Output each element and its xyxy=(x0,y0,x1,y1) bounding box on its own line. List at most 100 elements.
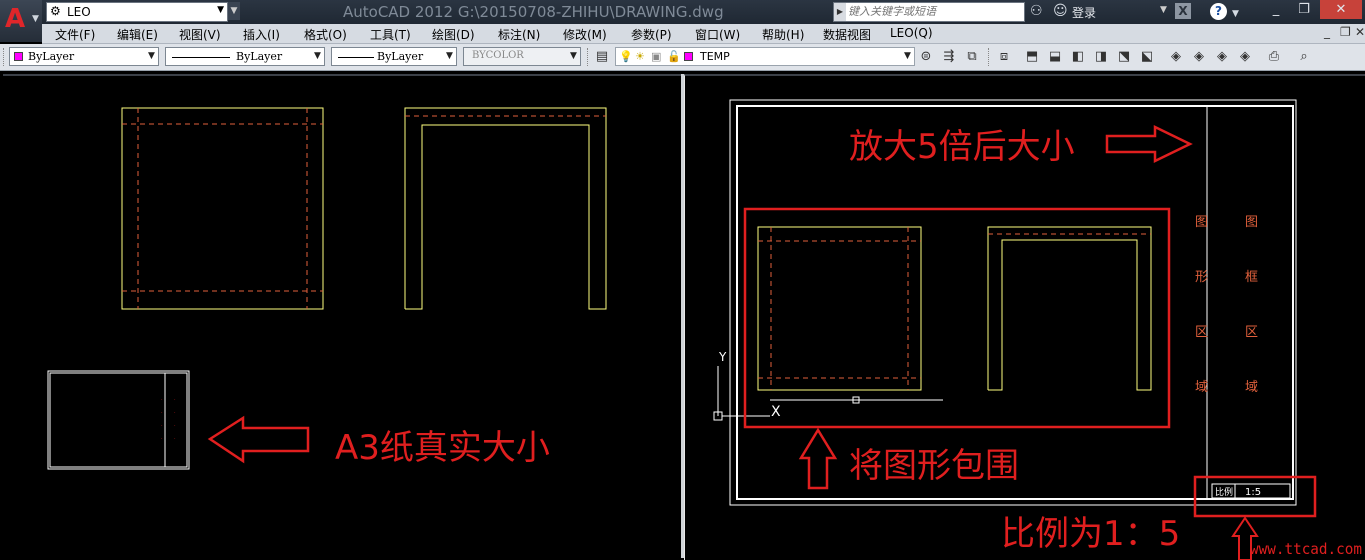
sheet-mini-mark: · xyxy=(174,423,176,429)
sheet-border-outer xyxy=(47,370,190,470)
enclosure-annotation xyxy=(743,207,1171,429)
menu-help[interactable]: 帮助(H) xyxy=(762,26,804,43)
color-swatch xyxy=(14,52,23,61)
doc-close-button[interactable]: ✕ xyxy=(1355,25,1365,39)
user-icon[interactable]: ☺ xyxy=(1053,3,1068,19)
named-views-icon[interactable]: ⧈ xyxy=(996,49,1012,65)
menu-window[interactable]: 窗口(W) xyxy=(695,26,740,43)
scaled-square-part[interactable] xyxy=(757,226,922,391)
doc-restore-button[interactable]: ❐ xyxy=(1340,25,1351,39)
view-top-icon[interactable]: ⬒ xyxy=(1024,49,1040,65)
right-arrow-annotation xyxy=(1105,125,1193,163)
login-dropdown-icon[interactable]: ▼ xyxy=(1160,5,1167,15)
layer-combo[interactable]: 💡 ☀ ▣ 🔓 TEMP ▼ xyxy=(615,47,915,66)
view-ne-iso-icon[interactable]: ◈ xyxy=(1214,49,1230,65)
a3-sheet-miniature[interactable]: · · · · · · · · xyxy=(47,370,190,470)
square-part[interactable] xyxy=(121,107,324,310)
layer-properties-icon[interactable]: ▤ xyxy=(594,49,610,65)
binoculars-icon[interactable]: ⚇ xyxy=(1030,3,1043,19)
ucs-axis-y: Y xyxy=(718,350,727,364)
annotation-enclose-graphics: 将图形包围 xyxy=(849,446,1019,486)
zone-left-char: 形 xyxy=(1195,270,1208,285)
lineweight-combo[interactable]: ByLayer ▼ xyxy=(331,47,457,66)
login-link[interactable]: 登录 xyxy=(1072,4,1096,21)
search-input[interactable] xyxy=(848,4,1018,18)
camera-icon[interactable]: ⎙ xyxy=(1266,49,1282,65)
chevron-down-icon: ▼ xyxy=(446,51,453,61)
view-se-iso-icon[interactable]: ◈ xyxy=(1191,49,1207,65)
title-bar: ⚙ LEO ▼ ▼ AutoCAD 2012 G:\20150708-ZHIHU… xyxy=(0,0,1365,24)
sheet-mini-mark: · xyxy=(161,410,163,416)
linetype-value: ByLayer xyxy=(236,50,283,63)
layer-state-icon[interactable]: ⧉ xyxy=(964,49,980,65)
up-arrow-annotation xyxy=(798,427,838,490)
view-right-icon[interactable]: ◨ xyxy=(1093,49,1109,65)
sheet-mini-mark: · xyxy=(174,436,176,442)
ucs-axis-x: X xyxy=(771,404,781,420)
view-back-icon[interactable]: ⬕ xyxy=(1139,49,1155,65)
menu-bar: 文件(F) 编辑(E) 视图(V) 插入(I) 格式(O) 工具(T) 绘图(D… xyxy=(42,24,1365,44)
square-outline xyxy=(121,107,324,310)
zone-right-char: 图 xyxy=(1245,215,1258,230)
u-part[interactable] xyxy=(404,107,607,310)
sheet-mini-mark: · xyxy=(174,410,176,416)
menu-format[interactable]: 格式(O) xyxy=(304,26,347,43)
menu-leo[interactable]: LEO(Q) xyxy=(890,26,933,40)
menu-insert[interactable]: 插入(I) xyxy=(243,26,280,43)
toolbar-grip[interactable] xyxy=(988,48,992,66)
app-title: AutoCAD 2012 G:\20150708-ZHIHU\DRAWING.d… xyxy=(343,3,724,21)
help-icon[interactable]: ? xyxy=(1210,3,1227,20)
zone-left-char: 区 xyxy=(1195,325,1208,340)
menu-dimension[interactable]: 标注(N) xyxy=(498,26,540,43)
view-sw-iso-icon[interactable]: ◈ xyxy=(1168,49,1184,65)
layout-viewport-right[interactable]: 比例 1:5 图 形 区 域 图 框 区 域 Y X 放大5倍后大小 将图形包围… xyxy=(684,74,1365,560)
layer-value: TEMP xyxy=(700,50,730,63)
search-box[interactable]: ▶ xyxy=(833,2,1025,22)
linetype-combo[interactable]: ByLayer ▼ xyxy=(165,47,325,66)
view-nw-iso-icon[interactable]: ◈ xyxy=(1237,49,1253,65)
zone-right-char: 域 xyxy=(1245,380,1258,395)
exchange-icon[interactable]: X xyxy=(1175,3,1191,19)
left-drawing-canvas[interactable]: · · · · · · · · A3纸真实大小 xyxy=(3,76,681,560)
menu-view[interactable]: 视图(V) xyxy=(179,26,221,43)
properties-toolbar: ByLayer ▼ ByLayer ▼ ByLayer ▼ BYCOLOR ▼ … xyxy=(0,44,1365,71)
menu-modify[interactable]: 修改(M) xyxy=(563,26,607,43)
minimize-button[interactable]: _ xyxy=(1262,0,1290,19)
zoom-icon[interactable]: ⌕ xyxy=(1296,49,1312,65)
zone-right-char: 框 xyxy=(1245,270,1258,285)
chevron-down-icon: ▼ xyxy=(32,14,39,24)
menu-dataview[interactable]: 数据视图 xyxy=(823,26,871,43)
menu-tools[interactable]: 工具(T) xyxy=(370,26,411,43)
sheet-mini-mark: · xyxy=(174,397,176,403)
menu-draw[interactable]: 绘图(D) xyxy=(432,26,475,43)
close-button[interactable]: ✕ xyxy=(1320,0,1362,19)
gear-icon: ⚙ xyxy=(50,4,61,18)
toolbar-grip[interactable] xyxy=(3,48,7,66)
search-expand-icon[interactable]: ▶ xyxy=(834,3,846,21)
view-left-icon[interactable]: ◧ xyxy=(1070,49,1086,65)
sheet-border-inner xyxy=(49,372,188,468)
view-bottom-icon[interactable]: ⬓ xyxy=(1047,49,1063,65)
menu-parametric[interactable]: 参数(P) xyxy=(631,26,672,43)
right-drawing-canvas[interactable]: 比例 1:5 图 形 区 域 图 框 区 域 Y X 放大5倍后大小 将图形包围… xyxy=(685,76,1365,560)
scaled-u-part[interactable] xyxy=(987,226,1152,391)
chevron-down-icon: ▼ xyxy=(217,5,224,15)
model-viewport-left[interactable]: · · · · · · · · A3纸真实大小 xyxy=(3,74,681,560)
workspace-combo[interactable]: ⚙ LEO ▼ xyxy=(46,2,228,22)
color-combo[interactable]: ByLayer ▼ xyxy=(9,47,159,66)
make-current-layer-icon[interactable]: ⊜ xyxy=(918,49,934,65)
doc-minimize-button[interactable]: _ xyxy=(1324,25,1330,39)
layer-previous-icon[interactable]: ⇶ xyxy=(941,49,957,65)
application-menu-button[interactable]: A ▼ xyxy=(0,0,42,42)
maximize-button[interactable]: ❐ xyxy=(1290,0,1318,19)
menu-file[interactable]: 文件(F) xyxy=(55,26,95,43)
view-front-icon[interactable]: ⬔ xyxy=(1116,49,1132,65)
help-dropdown-icon[interactable]: ▼ xyxy=(1232,6,1239,22)
toolbar-grip[interactable] xyxy=(587,48,591,66)
zone-left-char: 域 xyxy=(1195,380,1208,395)
watermark: www.ttcad.com xyxy=(1250,540,1362,558)
plotstyle-value: BYCOLOR xyxy=(472,50,524,61)
quick-access-dropdown[interactable]: ▼ xyxy=(228,2,240,20)
square-outline xyxy=(757,226,922,391)
menu-edit[interactable]: 编辑(E) xyxy=(117,26,158,43)
